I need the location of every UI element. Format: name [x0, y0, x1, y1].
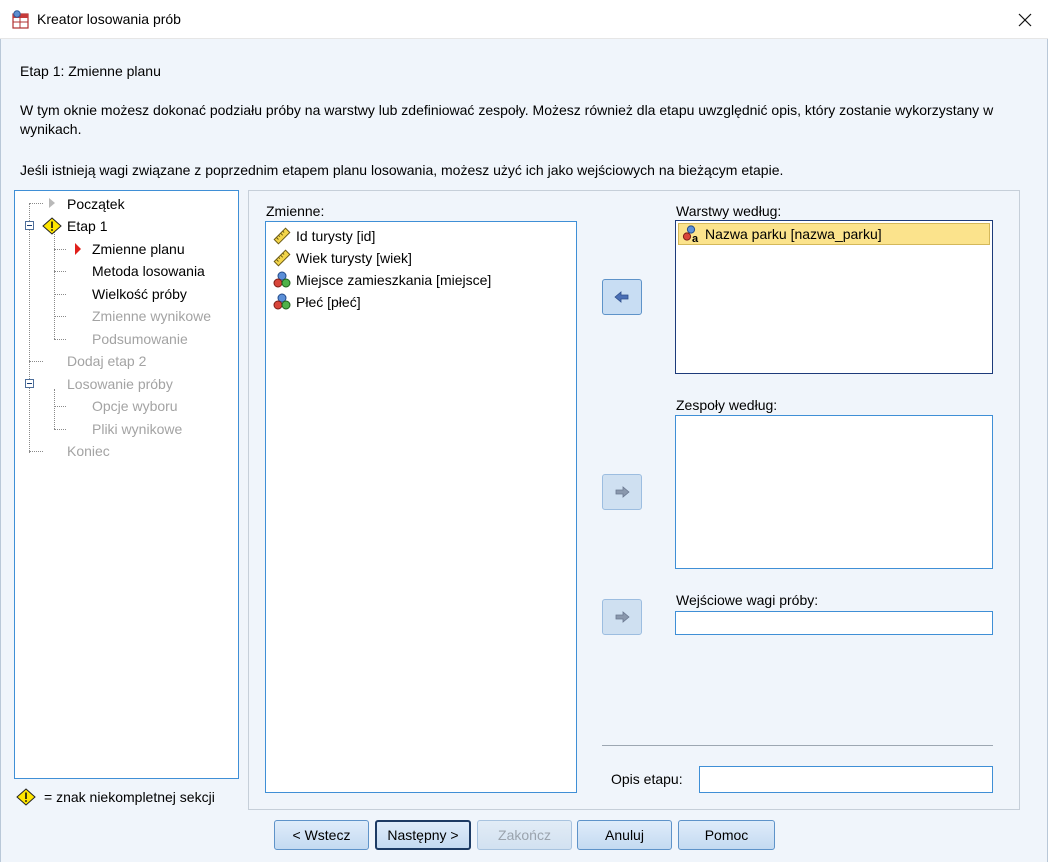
tree-connector	[54, 429, 66, 430]
step-description: W tym oknie możesz dokonać podziału prób…	[20, 102, 994, 137]
list-item-label: Id turysty [id]	[296, 228, 376, 244]
tree-item-poczatek[interactable]: Początek	[67, 194, 125, 214]
arrow-right-icon	[615, 486, 630, 498]
tree-connector	[54, 406, 66, 407]
scale-ruler-icon	[272, 248, 292, 268]
list-item-label: Płeć [płeć]	[296, 294, 361, 310]
nominal-balls-icon	[272, 270, 292, 290]
tree-connector	[29, 203, 43, 204]
tree-item-metoda-losowania[interactable]: Metoda losowania	[92, 261, 205, 281]
wizard-step-tree[interactable]: Początek Etap 1 Zmienne planu Metoda los…	[14, 190, 239, 779]
svg-text:a: a	[692, 233, 699, 243]
tree-item-zmienne-planu[interactable]: Zmienne planu	[92, 239, 185, 259]
variables-label: Zmienne:	[266, 203, 325, 219]
clusters-label: Zespoły według:	[676, 397, 778, 413]
stage-label-label: Opis etapu:	[611, 771, 683, 787]
list-item[interactable]: Id turysty [id]	[272, 225, 375, 247]
tree-connector	[54, 339, 66, 340]
tree-item-koniec[interactable]: Koniec	[67, 441, 110, 461]
tree-connector	[54, 271, 66, 272]
list-item-label: Wiek turysty [wiek]	[296, 250, 412, 266]
tree-item-opcje-wyboru[interactable]: Opcje wyboru	[92, 396, 178, 416]
strata-list[interactable]: a Nazwa parku [nazwa_parku]	[675, 220, 993, 374]
warning-diamond-icon	[16, 788, 36, 806]
tree-connector	[29, 203, 30, 453]
stage-label-field[interactable]	[699, 766, 993, 793]
list-item-label: Miejsce zamieszkania [miejsce]	[296, 272, 492, 288]
tree-connector	[29, 361, 43, 362]
close-button[interactable]	[1002, 0, 1048, 39]
strata-label: Warstwy według:	[676, 203, 782, 219]
input-weights-field[interactable]	[675, 611, 993, 635]
tree-connector	[54, 389, 55, 429]
cancel-button[interactable]: Anuluj	[577, 820, 672, 850]
list-item[interactable]: Miejsce zamieszkania [miejsce]	[272, 269, 491, 291]
collapse-toggle[interactable]	[25, 379, 34, 388]
list-item-label: Nazwa parku [nazwa_parku]	[705, 226, 882, 242]
next-button[interactable]: Następny >	[375, 820, 471, 850]
warning-diamond-icon	[42, 217, 62, 235]
sampling-wizard-icon	[12, 10, 29, 29]
tree-item-etap-1[interactable]: Etap 1	[67, 216, 107, 236]
collapsed-arrow-icon	[49, 198, 55, 208]
tree-connector	[29, 451, 43, 452]
back-button[interactable]: < Wstecz	[274, 820, 369, 850]
legend-text: = znak niekompletnej sekcji	[44, 789, 215, 805]
scale-ruler-icon	[272, 226, 292, 246]
list-item[interactable]: Płeć [płeć]	[272, 291, 361, 313]
arrow-left-icon	[614, 291, 629, 303]
list-item-selected[interactable]: a Nazwa parku [nazwa_parku]	[678, 223, 990, 245]
nominal-balls-icon	[272, 292, 292, 312]
tree-item-wielkosc-proby[interactable]: Wielkość próby	[92, 284, 187, 304]
move-to-input-weights-button[interactable]	[602, 599, 642, 635]
tree-connector	[54, 249, 66, 250]
step-title: Etap 1: Zmienne planu	[20, 63, 161, 79]
clusters-list[interactable]	[675, 415, 993, 569]
tree-connector	[54, 316, 66, 317]
incomplete-legend: = znak niekompletnej sekcji	[16, 788, 215, 806]
variables-list[interactable]: Id turysty [id] Wiek turysty [wiek] Miej…	[265, 221, 577, 793]
help-button[interactable]: Pomoc	[678, 820, 775, 850]
tree-connector	[54, 294, 66, 295]
tree-item-dodaj-etap-2[interactable]: Dodaj etap 2	[67, 351, 146, 371]
tree-item-losowanie-proby[interactable]: Losowanie próby	[67, 374, 173, 394]
finish-button[interactable]: Zakończ	[477, 820, 572, 850]
tree-item-pliki-wynikowe[interactable]: Pliki wynikowe	[92, 419, 182, 439]
weights-note: Jeśli istnieją wagi związane z poprzedni…	[20, 162, 784, 178]
separator	[602, 745, 993, 746]
current-step-marker-icon	[75, 243, 81, 255]
title-bar: Kreator losowania prób	[0, 0, 1048, 39]
collapse-toggle[interactable]	[25, 221, 34, 230]
close-icon	[1018, 13, 1032, 26]
arrow-right-icon	[615, 611, 630, 623]
move-back-from-strata-button[interactable]	[602, 279, 642, 315]
window-title: Kreator losowania prób	[37, 11, 181, 27]
list-item[interactable]: Wiek turysty [wiek]	[272, 247, 412, 269]
move-to-clusters-button[interactable]	[602, 474, 642, 510]
input-weights-label: Wejściowe wagi próby:	[676, 592, 819, 608]
nominal-string-icon: a	[681, 224, 701, 244]
tree-item-zmienne-wynikowe[interactable]: Zmienne wynikowe	[92, 306, 211, 326]
tree-connector	[54, 231, 55, 339]
tree-item-podsumowanie[interactable]: Podsumowanie	[92, 329, 188, 349]
